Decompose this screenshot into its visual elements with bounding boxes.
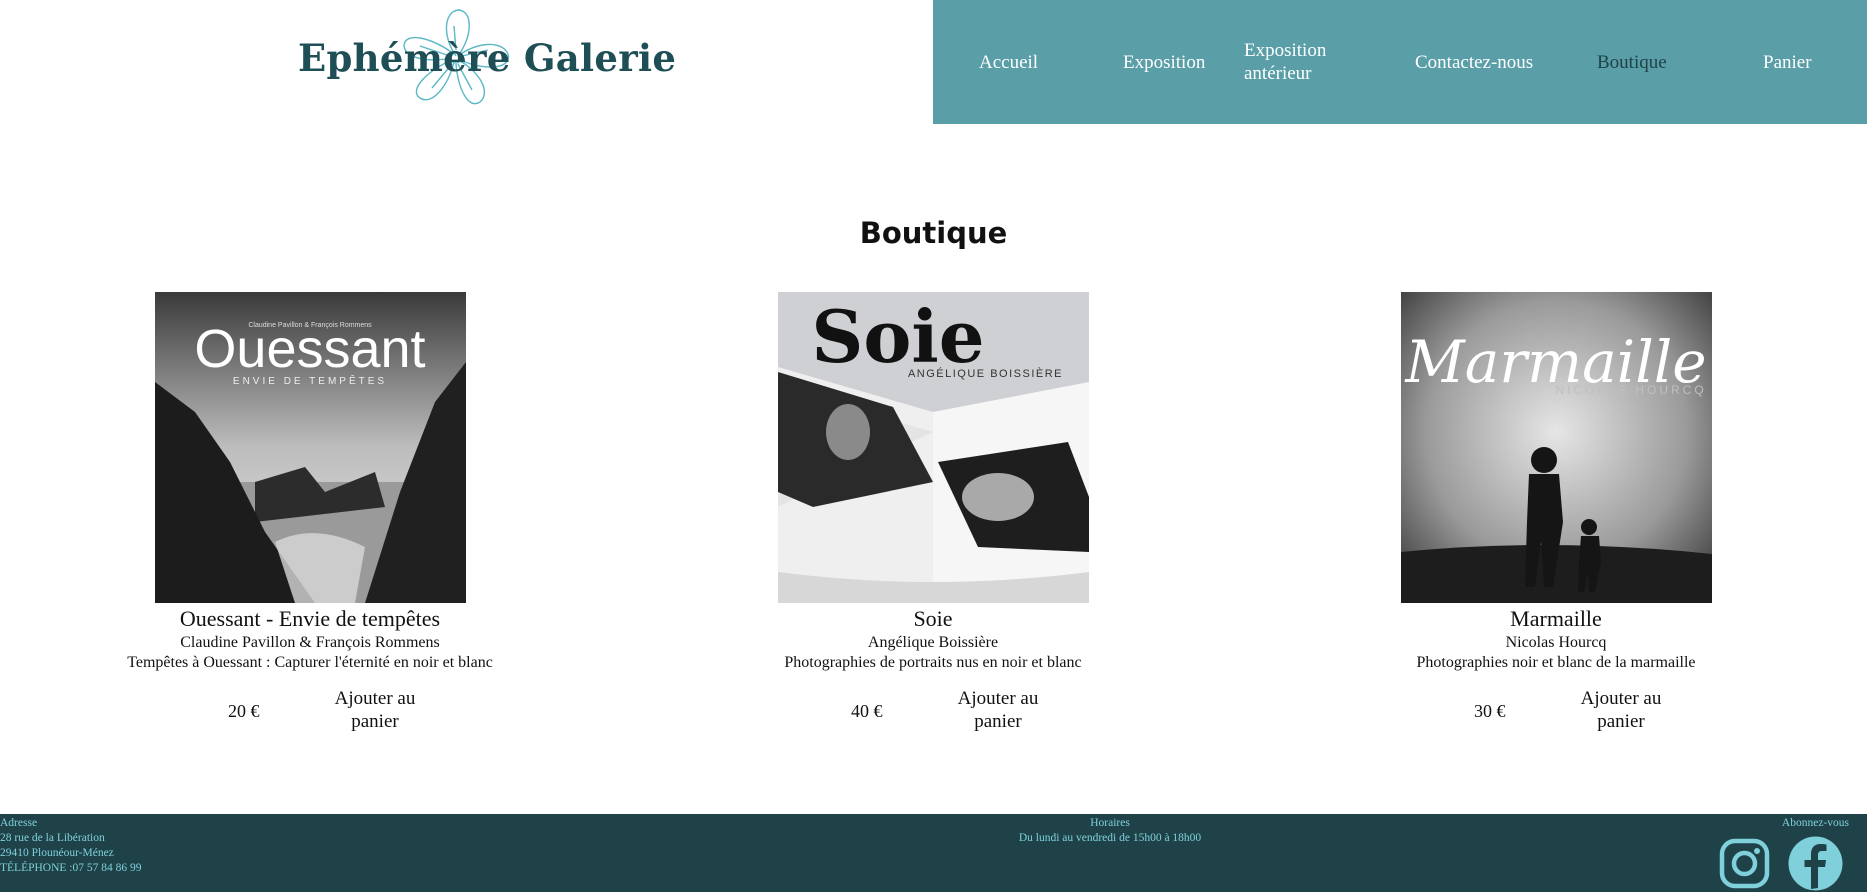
product-cover-image[interactable]: Marmaille NICOLAS HOURCQ xyxy=(1400,292,1712,603)
product-title: Ouessant - Envie de tempêtes xyxy=(179,606,441,631)
logo[interactable]: Ephémère Galerie xyxy=(0,0,933,124)
instagram-icon[interactable] xyxy=(1717,836,1772,891)
product-price: 30 € xyxy=(1474,701,1506,721)
product-card: Soie ANGÉLIQUE BOISSIÈRE Soie Angélique … xyxy=(713,292,1153,737)
product-price: 40 € xyxy=(851,701,883,721)
add-to-cart-button[interactable]: Ajouter au panier xyxy=(1566,687,1676,733)
add-to-cart-button[interactable]: Ajouter au panier xyxy=(320,687,430,733)
product-card: Claudine Pavillon & François Rommens Oue… xyxy=(90,292,530,737)
product-author: Claudine Pavillon & François Rommens xyxy=(180,634,440,651)
cover-headline: Ouessant xyxy=(194,319,425,379)
nav-item-accueil[interactable]: Accueil xyxy=(979,0,1038,124)
product-description: Photographies noir et blanc de la marmai… xyxy=(1416,654,1696,671)
footer: Adresse 28 rue de la Libération 29410 Pl… xyxy=(0,814,1867,892)
nav-item-exposition[interactable]: Exposition xyxy=(1123,0,1205,124)
product-cover-image[interactable]: Soie ANGÉLIQUE BOISSIÈRE xyxy=(777,292,1089,603)
brand-name: Ephémère Galerie xyxy=(298,36,677,80)
add-to-cart-button[interactable]: Ajouter au panier xyxy=(943,687,1053,733)
phone-number: TÉLÉPHONE :07 57 84 86 99 xyxy=(0,862,142,874)
product-cover-image[interactable]: Claudine Pavillon & François Rommens Oue… xyxy=(154,292,466,603)
cover-subtitle: NICOLAS HOURCQ xyxy=(1555,383,1706,397)
facebook-icon[interactable] xyxy=(1788,836,1843,891)
nav-item-boutique[interactable]: Boutique xyxy=(1597,0,1667,124)
page-title: Boutique xyxy=(859,216,1008,250)
product-author: Nicolas Hourcq xyxy=(1505,634,1607,651)
product-title: Soie xyxy=(913,606,953,631)
address-line: 28 rue de la Libération xyxy=(0,832,105,844)
hours-text: Du lundi au vendredi de 15h00 à 18h00 xyxy=(1018,832,1202,844)
address-line: 29410 Plounéour-Ménez xyxy=(0,847,114,859)
product-description: Tempêtes à Ouessant : Capturer l'éternit… xyxy=(127,654,493,671)
product-price: 20 € xyxy=(228,701,260,721)
address-label: Adresse xyxy=(0,817,38,829)
product-author: Angélique Boissière xyxy=(867,634,999,651)
cover-subtitle: ENVIE DE TEMPÊTES xyxy=(232,374,386,387)
nav-item-panier[interactable]: Panier xyxy=(1763,0,1812,124)
cover-headline: Soie xyxy=(811,294,984,379)
nav-item-contactez-nous[interactable]: Contactez-nous xyxy=(1415,0,1533,124)
hours-label: Horaires xyxy=(1090,817,1130,829)
footer-hours: Horaires Du lundi au vendredi de 15h00 à… xyxy=(950,816,1270,846)
product-title: Marmaille xyxy=(1510,606,1602,631)
footer-address: Adresse 28 rue de la Libération 29410 Pl… xyxy=(0,816,142,876)
product-description: Photographies de portraits nus en noir e… xyxy=(784,654,1082,671)
social-label: Abonnez-vous xyxy=(1781,817,1849,829)
product-card: Marmaille NICOLAS HOURCQ Marmaille Nicol… xyxy=(1336,292,1776,737)
cover-subtitle: ANGÉLIQUE BOISSIÈRE xyxy=(907,367,1062,380)
nav-item-exposition-anterieur[interactable]: Exposition antérieur xyxy=(1244,0,1364,124)
main-nav: Accueil Exposition Exposition antérieur … xyxy=(933,0,1867,124)
